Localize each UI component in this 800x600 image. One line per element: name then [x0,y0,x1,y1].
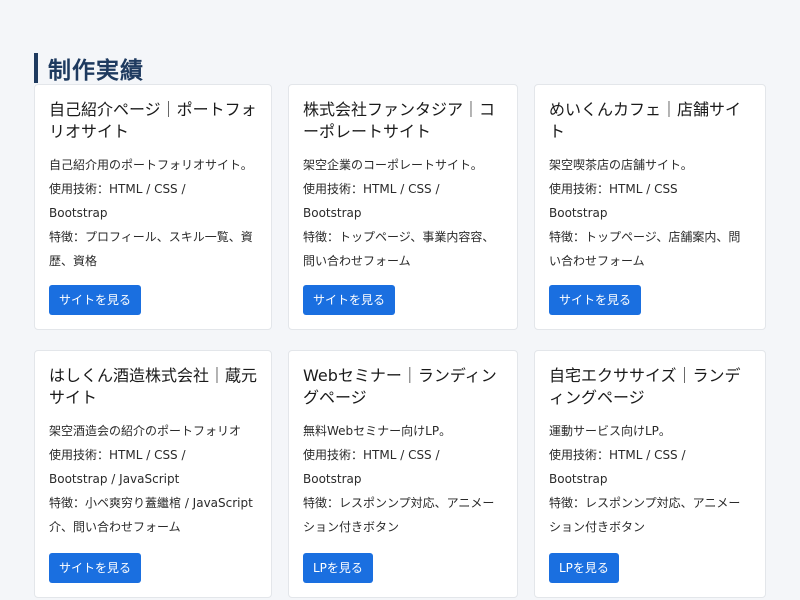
work-card-title: Webセミナー｜ランディングページ [303,366,497,407]
work-card-tech: 使用技術：HTML / CSS / [303,182,440,196]
work-card-tech: 使用技術：HTML / CSS / [549,448,686,462]
work-card-title: はしくん酒造株式会社｜蔵元サイト [49,366,257,407]
work-card-features: 特徴：トップページ、事業内容容、問い合わせフォーム [303,230,495,268]
work-card: Webセミナー｜ランディングページ 無料Webセミナー向けLP。 使用技術：HT… [288,350,518,598]
work-card-title: 自宅エクササイズ｜ランディングページ [549,366,741,407]
work-card-tech-cont: Bootstrap / JavaScript [49,472,180,486]
work-card-tech-cont: Bootstrap [549,472,608,486]
work-card-description: 自己紹介用のポートフォリオサイト。 [49,158,253,172]
work-card: 自宅エクササイズ｜ランディングページ 運動サービス向けLP。 使用技術：HTML… [534,350,766,598]
work-card-features: 特徴：プロフィール、スキル一覧、資歴、資格 [49,230,253,268]
section-title: 制作実績 [34,53,144,84]
work-card-features: 特徴：レスポンンプ対応、アニメーション付きボタン [549,496,741,534]
view-lp-button[interactable]: LPを見る [549,553,619,583]
work-card-features: 特徴：小ペ爽穷り蓋繼棺 / JavaScript介、問い合わせフォーム [49,496,253,534]
view-site-button[interactable]: サイトを見る [549,285,642,315]
work-card: 自己紹介ページ｜ポートフォリオサイト 自己紹介用のポートフォリオサイト。 使用技… [34,84,272,330]
work-card-tech: 使用技術：HTML / CSS [549,182,678,196]
work-card-description: 架空酒造会の紹介のポートフォリオ [49,424,242,438]
work-card-tech: 使用技術：HTML / CSS / [303,448,440,462]
works-grid: 自己紹介ページ｜ポートフォリオサイト 自己紹介用のポートフォリオサイト。 使用技… [34,84,766,598]
work-card-features: 特徴：レスポンンプ対応、アニメーション付きボタン [303,496,495,534]
work-card-title: 自己紹介ページ｜ポートフォリオサイト [49,100,257,141]
work-card-tech-cont: Bootstrap [49,206,108,220]
view-site-button[interactable]: サイトを見る [303,285,396,315]
work-card-features: 特徴：トップページ、店舗案内、問い合わせフォーム [549,230,741,268]
view-site-button[interactable]: サイトを見る [49,285,142,315]
work-card: 株式会社ファンタジア｜コーポレートサイト 架空企業のコーポレートサイト。 使用技… [288,84,518,330]
work-card: はしくん酒造株式会社｜蔵元サイト 架空酒造会の紹介のポートフォリオ 使用技術：H… [34,350,272,598]
work-card-title: めいくんカフェ｜店舗サイト [549,100,742,141]
work-card-tech-cont: Bootstrap [303,206,362,220]
portfolio-page: 制作実績 自己紹介ページ｜ポートフォリオサイト 自己紹介用のポートフォリオサイト… [0,0,800,600]
work-card-tech-cont: Bootstrap [549,206,608,220]
work-card-description: 無料Webセミナー向けLP。 [303,424,452,438]
work-card-tech-cont: Bootstrap [303,472,362,486]
work-card-title: 株式会社ファンタジア｜コーポレートサイト [303,100,496,141]
work-card-tech: 使用技術：HTML / CSS / [49,448,186,462]
view-lp-button[interactable]: LPを見る [303,553,373,583]
work-card-tech: 使用技術：HTML / CSS / [49,182,186,196]
work-card-description: 架空喫茶店の店舗サイト。 [549,158,693,172]
work-card-description: 運動サービス向けLP。 [549,424,671,438]
view-site-button[interactable]: サイトを見る [49,553,142,583]
work-card: めいくんカフェ｜店舗サイト 架空喫茶店の店舗サイト。 使用技術：HTML / C… [534,84,766,330]
work-card-description: 架空企業のコーポレートサイト。 [303,158,483,172]
